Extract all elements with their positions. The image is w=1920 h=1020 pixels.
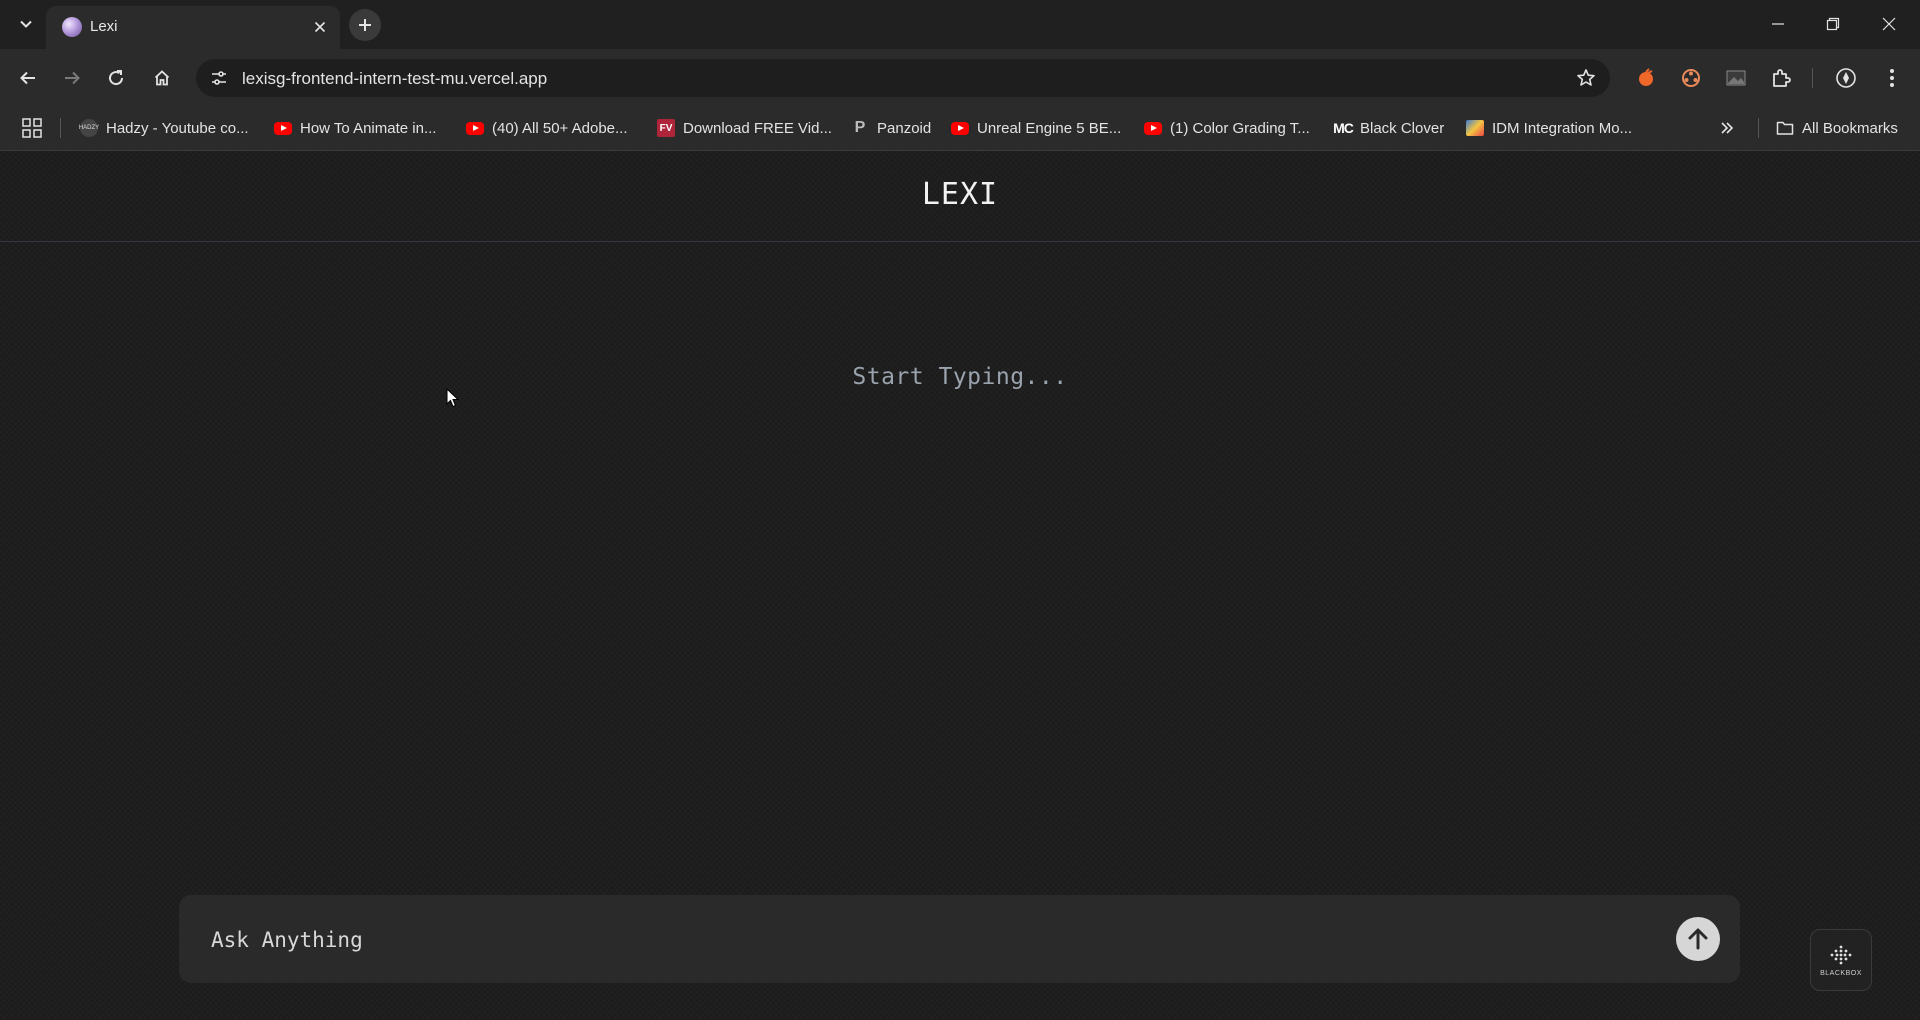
bookmark-label: Unreal Engine 5 BE...	[977, 119, 1122, 137]
apps-grid-icon	[22, 118, 42, 138]
app-title: LEXI	[921, 177, 999, 212]
extension-image-button[interactable]	[1722, 64, 1750, 92]
bookmark-item[interactable]: P Panzoid	[851, 117, 932, 139]
extension-film-button[interactable]	[1677, 64, 1705, 92]
lexi-favicon-icon	[62, 17, 82, 37]
bookmark-label: Panzoid	[877, 119, 932, 137]
bookmark-item[interactable]: Unreal Engine 5 BE...	[951, 117, 1121, 139]
blackbox-widget-button[interactable]: BLACKBOX	[1810, 929, 1872, 991]
folder-icon	[1776, 119, 1794, 137]
reload-icon	[109, 70, 124, 86]
app-page: LEXI Start Typing... BLACKBOX	[0, 151, 1920, 1020]
close-icon	[1882, 17, 1896, 31]
orange-extension-icon	[1639, 68, 1653, 86]
toolbar-separator	[1812, 68, 1813, 88]
empty-state-text: Start Typing...	[852, 364, 1068, 390]
bookmark-label: IDM Integration Mo...	[1492, 119, 1633, 137]
hadzy-icon: HADZY	[79, 119, 99, 137]
bookmark-label: How To Animate in...	[300, 119, 437, 137]
film-reel-icon	[1682, 69, 1700, 87]
kebab-menu-icon	[1890, 69, 1894, 87]
back-button[interactable]	[12, 62, 44, 94]
url-text[interactable]: lexisg-frontend-intern-test-mu.vercel.ap…	[242, 69, 547, 89]
bookmarks-bar: HADZY Hadzy - Youtube co... How To Anima…	[0, 107, 1920, 151]
profile-button[interactable]	[1832, 64, 1860, 92]
blackbox-label: BLACKBOX	[1820, 969, 1862, 977]
tune-icon	[212, 71, 226, 85]
bookmark-star-button[interactable]	[1576, 68, 1596, 88]
browser-toolbar: lexisg-frontend-intern-test-mu.vercel.ap…	[0, 49, 1920, 107]
extensions-menu-button[interactable]	[1767, 64, 1795, 92]
extension-orange-button[interactable]	[1632, 64, 1660, 92]
youtube-icon	[466, 119, 484, 137]
home-button[interactable]	[146, 62, 178, 94]
restore-button[interactable]	[1810, 8, 1856, 40]
bookmarks-separator	[60, 118, 61, 138]
new-tab-button[interactable]	[349, 9, 381, 41]
app-header: LEXI	[0, 151, 1920, 242]
bookmark-item[interactable]: (40) All 50+ Adobe...	[466, 117, 628, 139]
bookmark-item[interactable]: MC Black Clover	[1333, 117, 1445, 139]
bookmark-label: Black Clover	[1360, 119, 1445, 137]
site-info-button[interactable]	[204, 63, 234, 93]
mouse-pointer-icon	[446, 388, 460, 408]
all-bookmarks-button[interactable]: All Bookmarks	[1776, 117, 1898, 139]
double-chevron-right-icon	[1721, 122, 1734, 134]
bookmark-item[interactable]: IDM Integration Mo...	[1466, 117, 1632, 139]
chevron-down-icon	[20, 20, 32, 28]
bookmark-label: (40) All 50+ Adobe...	[492, 119, 628, 137]
minimize-icon	[1772, 23, 1784, 25]
browser-menu-button[interactable]	[1878, 64, 1906, 92]
plus-icon	[359, 19, 371, 31]
youtube-icon	[951, 119, 969, 137]
tab-close-button[interactable]	[310, 17, 330, 37]
chat-input-bar	[179, 895, 1740, 983]
bookmark-item[interactable]: How To Animate in...	[274, 117, 436, 139]
bookmark-label: Hadzy - Youtube co...	[106, 119, 249, 137]
all-bookmarks-label: All Bookmarks	[1802, 119, 1898, 137]
mc-icon: MC	[1333, 120, 1354, 136]
idm-icon	[1466, 119, 1484, 137]
bookmark-label: (1) Color Grading T...	[1170, 119, 1310, 137]
arrow-left-icon	[20, 71, 35, 85]
puzzle-icon	[1773, 69, 1791, 87]
send-button[interactable]	[1676, 917, 1720, 961]
fv-icon: FV	[657, 119, 675, 137]
restore-icon	[1826, 17, 1840, 31]
bookmark-item[interactable]: HADZY Hadzy - Youtube co...	[79, 117, 249, 139]
blackbox-logo-icon	[1830, 945, 1852, 964]
image-icon	[1726, 70, 1746, 86]
forward-button[interactable]	[56, 62, 88, 94]
active-tab[interactable]: Lexi	[46, 6, 340, 49]
close-icon	[314, 21, 326, 33]
minimize-button[interactable]	[1755, 8, 1801, 40]
home-icon	[154, 70, 170, 86]
profile-icon	[1836, 68, 1856, 88]
star-icon	[1577, 69, 1595, 86]
reload-button[interactable]	[100, 62, 132, 94]
tab-search-button[interactable]	[14, 12, 38, 36]
arrow-right-icon	[65, 71, 80, 85]
youtube-icon	[274, 119, 292, 137]
tab-strip: Lexi	[0, 0, 1920, 49]
bookmark-label: Download FREE Vid...	[683, 119, 832, 137]
close-window-button[interactable]	[1866, 8, 1912, 40]
youtube-icon	[1144, 119, 1162, 137]
apps-button[interactable]	[22, 118, 42, 138]
panzoid-icon: P	[854, 119, 866, 136]
bookmark-item[interactable]: FV Download FREE Vid...	[657, 117, 832, 139]
arrow-up-icon	[1688, 928, 1708, 950]
bookmark-item[interactable]: (1) Color Grading T...	[1144, 117, 1310, 139]
chat-input[interactable]	[209, 917, 1593, 963]
more-bookmarks-button[interactable]	[1715, 118, 1739, 138]
bookmarks-separator	[1758, 118, 1759, 138]
address-bar[interactable]: lexisg-frontend-intern-test-mu.vercel.ap…	[196, 59, 1610, 97]
tab-title: Lexi	[90, 18, 118, 35]
